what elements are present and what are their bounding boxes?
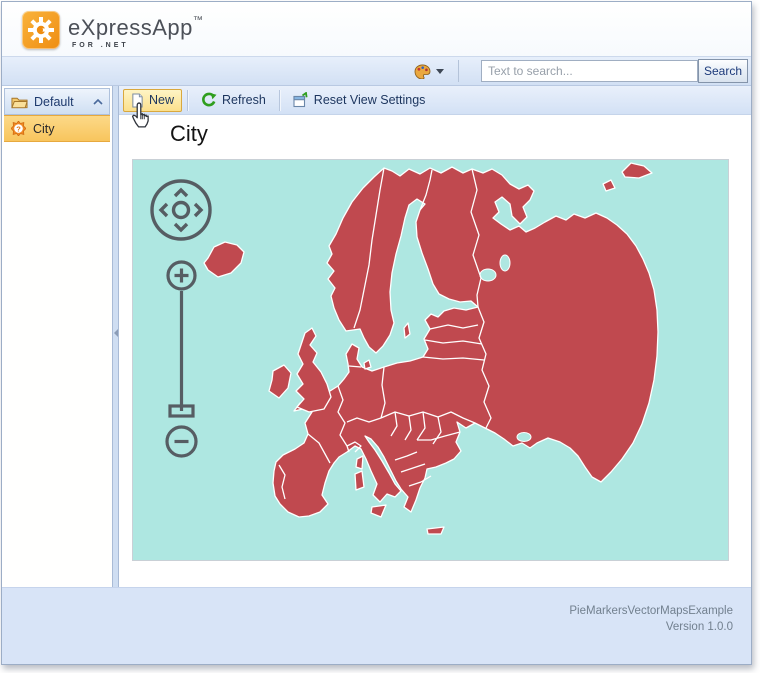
splitter-grip-icon bbox=[114, 329, 118, 337]
search-input[interactable] bbox=[481, 60, 698, 82]
refresh-button[interactable]: Refresh bbox=[193, 89, 274, 112]
sidebar-item-label: City bbox=[33, 121, 55, 136]
app-logo bbox=[22, 11, 60, 49]
toolbar-separator bbox=[278, 89, 280, 111]
toolbar-separator bbox=[187, 89, 189, 111]
brand-band: eXpressApp™ FOR .NET bbox=[2, 2, 751, 56]
sidebar-group-default[interactable]: Default bbox=[4, 88, 110, 115]
app-subtitle: FOR .NET bbox=[72, 42, 129, 49]
svg-text:?: ? bbox=[16, 124, 21, 133]
chevron-down-icon bbox=[436, 69, 444, 74]
footer-version: Version 1.0.0 bbox=[665, 621, 733, 633]
new-document-icon bbox=[132, 92, 143, 108]
sidebar-item-city[interactable]: ? City bbox=[4, 115, 110, 142]
map-pan-control[interactable] bbox=[148, 177, 214, 243]
divider bbox=[458, 60, 459, 82]
search-button[interactable]: Search bbox=[698, 59, 748, 83]
zoom-in-button[interactable] bbox=[165, 259, 198, 292]
navigation-sidebar: Default ? City bbox=[2, 86, 112, 587]
refresh-icon bbox=[202, 92, 217, 107]
theme-picker-button[interactable] bbox=[414, 61, 452, 82]
vector-map-europe[interactable] bbox=[132, 159, 729, 561]
page-title: City bbox=[170, 121, 208, 146]
reset-view-icon bbox=[293, 92, 308, 108]
new-button[interactable]: New bbox=[123, 88, 183, 112]
app-window: eXpressApp™ FOR .NET Search D bbox=[1, 1, 752, 665]
refresh-button-label: Refresh bbox=[222, 93, 266, 107]
chevron-up-icon bbox=[93, 98, 103, 105]
reset-view-settings-label: Reset View Settings bbox=[313, 93, 426, 107]
trademark: ™ bbox=[192, 15, 203, 26]
map-canvas bbox=[133, 160, 728, 560]
new-button-label: New bbox=[149, 93, 175, 107]
gear-logo-icon bbox=[28, 17, 54, 43]
sidebar-group-label: Default bbox=[34, 94, 74, 109]
reset-view-settings-button[interactable]: Reset View Settings bbox=[285, 89, 434, 112]
top-toolbar-band: Search bbox=[2, 56, 751, 86]
footer-app-name: PieMarkersVectorMapsExample bbox=[569, 605, 733, 617]
zoom-slider[interactable] bbox=[165, 289, 198, 424]
zoom-out-button[interactable] bbox=[164, 424, 199, 459]
brand-text: eXpressApp™ FOR .NET bbox=[68, 15, 203, 49]
footer: PieMarkersVectorMapsExample Version 1.0.… bbox=[2, 587, 751, 664]
action-toolbar: New Refresh Reset View Settings bbox=[119, 86, 751, 115]
palette-icon bbox=[414, 64, 431, 79]
folder-icon bbox=[11, 97, 28, 108]
app-title: eXpressApp bbox=[68, 15, 193, 40]
sidebar-splitter[interactable] bbox=[112, 86, 119, 587]
model-gear-icon: ? bbox=[11, 121, 26, 136]
